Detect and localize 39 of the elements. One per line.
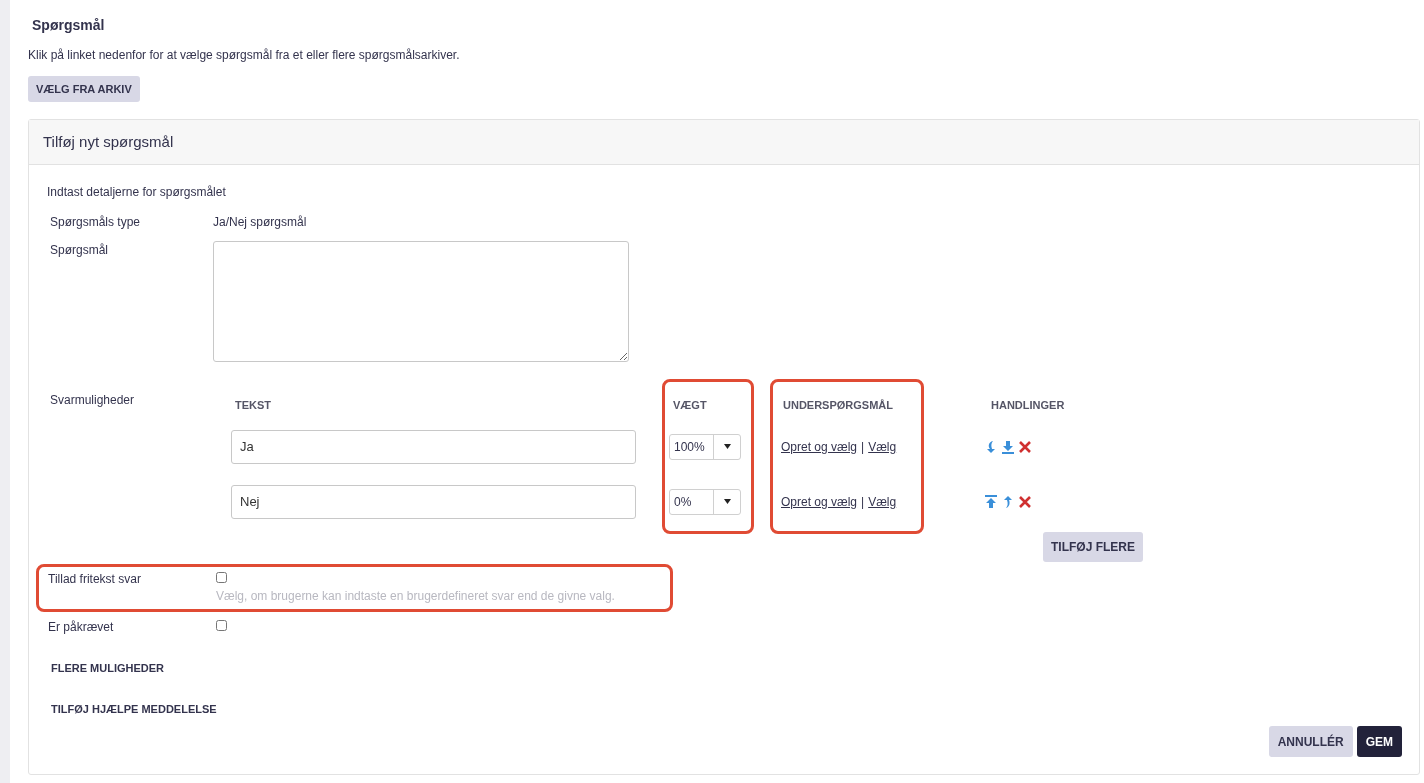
option-hint: Vælg, om brugerne kan indtaste en brugerdefineret svar end de givne valg. bbox=[216, 588, 615, 606]
save-button[interactable]: GEM bbox=[1356, 726, 1402, 758]
expand-link[interactable]: FLERE MULIGHEDER bbox=[51, 660, 165, 677]
answer-text-field[interactable]: Nej bbox=[231, 484, 636, 519]
option-label: Tillad fritekst svar bbox=[48, 572, 141, 587]
column-header: VÆGT bbox=[673, 397, 707, 413]
column-header: HANDLINGER bbox=[991, 397, 1065, 413]
arrow-up-to-bar-icon[interactable] bbox=[984, 494, 998, 509]
column-header: TEKST bbox=[235, 397, 272, 413]
select-link[interactable]: Vælg bbox=[868, 437, 897, 456]
intro-text: Klik på linket nedenfor for at vælge spørgsmål fra et eller flere spørgsmålsarkiver. bbox=[28, 47, 461, 64]
expand-link[interactable]: TILFØJ HJÆLPE MEDDELELSE bbox=[51, 701, 217, 718]
archive-button[interactable]: VÆLG FRA ARKIV bbox=[28, 76, 140, 103]
option-checkbox[interactable] bbox=[216, 572, 227, 584]
weight-dropdown[interactable]: 100% bbox=[669, 433, 741, 460]
dropdown-caret-icon bbox=[723, 444, 731, 450]
delete-icon[interactable] bbox=[1018, 439, 1032, 454]
delete-icon[interactable] bbox=[1018, 494, 1032, 509]
create-and-select-link[interactable]: Opret og vælg bbox=[781, 437, 858, 456]
page-title: Spørgsmål bbox=[32, 16, 106, 35]
option-checkbox[interactable] bbox=[216, 620, 227, 632]
field-label: Spørgsmåls type bbox=[49, 214, 142, 232]
link-separator: | bbox=[861, 438, 865, 456]
option-label: Er påkrævet bbox=[48, 620, 114, 635]
instruction-text: Indtast detaljerne for spørgsmålet bbox=[47, 184, 227, 202]
card-title: Tilføj nyt spørgsmål bbox=[43, 132, 174, 152]
field-label: Spørgsmål bbox=[49, 242, 109, 260]
column-header: UNDERSPØRGSMÅL bbox=[783, 397, 893, 413]
add-more-button[interactable]: TILFØJ FLERE bbox=[1043, 532, 1143, 563]
create-and-select-link[interactable]: Opret og vælg bbox=[781, 492, 858, 511]
cancel-button[interactable]: ANNULLÉR bbox=[1268, 726, 1353, 758]
dropdown-caret-icon bbox=[723, 499, 731, 505]
answer-text-field[interactable]: Ja bbox=[231, 429, 636, 464]
field-value: Ja/Nej spørgsmål bbox=[213, 214, 307, 232]
link-separator: | bbox=[861, 493, 865, 511]
arrow-down-to-bar-icon[interactable] bbox=[1001, 439, 1015, 454]
select-link[interactable]: Vælg bbox=[868, 492, 897, 511]
weight-dropdown[interactable]: 0% bbox=[669, 488, 741, 515]
field-label: Svarmuligheder bbox=[50, 393, 135, 408]
